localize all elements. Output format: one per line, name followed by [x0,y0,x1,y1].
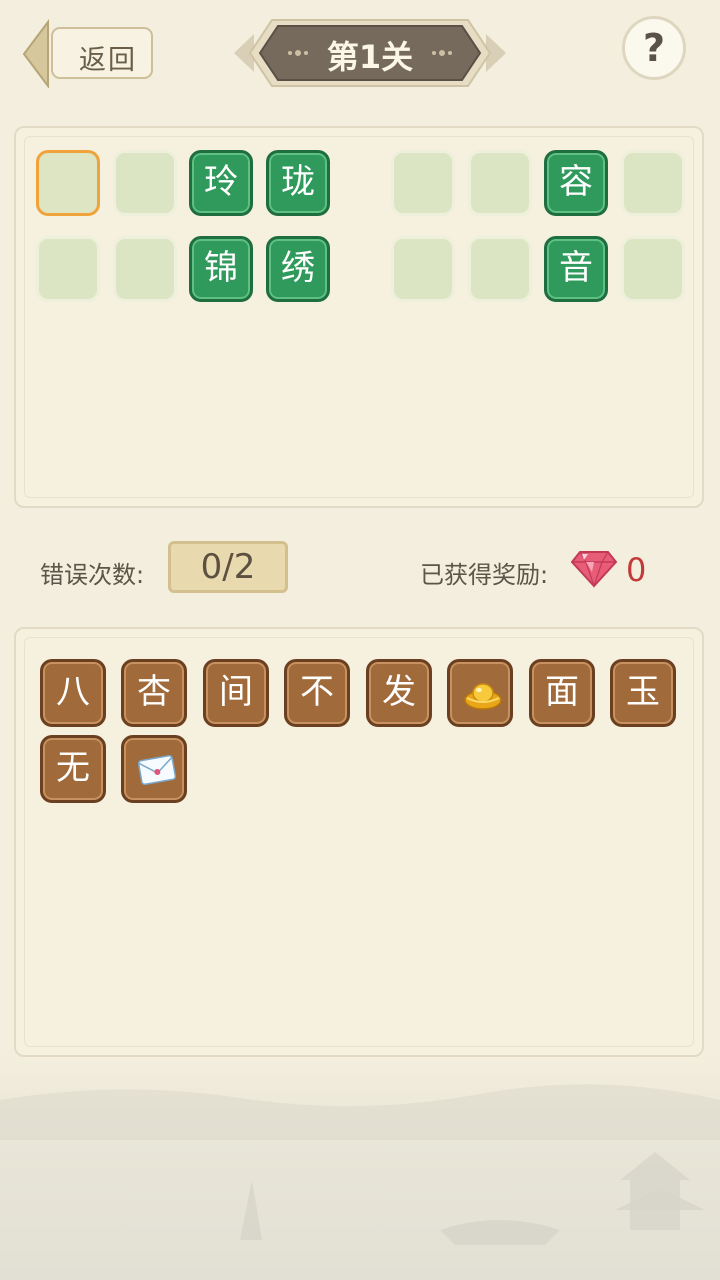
option-tile[interactable]: 不 [284,659,350,727]
gold-ingot-icon [464,683,502,710]
option-tile[interactable]: 面 [529,659,595,727]
back-label: 返回 [79,45,137,76]
option-tile[interactable]: 发 [366,659,432,727]
option-tile[interactable]: 玉 [610,659,676,727]
error-count-value: 0/2 [168,541,288,593]
answer-slot-filled[interactable]: 绣 [266,236,330,302]
option-tile[interactable]: 间 [203,659,269,727]
background-scenery [0,1060,720,1280]
level-title-banner: 第1关 [232,12,508,94]
back-button[interactable]: 返回 [20,18,156,88]
answer-slot-empty[interactable] [468,150,532,216]
error-count-label: 错误次数: [40,561,145,589]
level-title: 第1关 [326,38,414,76]
envelope-icon [137,754,177,786]
help-button[interactable]: ? [622,16,686,80]
answer-slot-filled[interactable]: 珑 [266,150,330,216]
option-tile[interactable]: 八 [40,659,106,727]
help-icon: ? [642,26,666,70]
gem-icon [570,551,618,588]
option-tile[interactable]: 杏 [121,659,187,727]
answer-slot-empty[interactable] [113,236,177,302]
answer-slot-filled[interactable]: 容 [544,150,608,216]
reward-count: 0 [626,551,647,589]
answer-slot-empty[interactable] [391,236,455,302]
answer-slot-empty[interactable] [621,150,685,216]
answer-slot-empty[interactable] [391,150,455,216]
answer-slot-empty[interactable] [468,236,532,302]
reward-label: 已获得奖励: [420,561,549,589]
answer-slot-filled[interactable]: 音 [544,236,608,302]
option-tile[interactable]: 无 [40,735,106,803]
answer-slot-empty[interactable] [113,150,177,216]
answer-slot-empty[interactable] [621,236,685,302]
options-panel: 八 杏 间 不 发 面 玉 无 [14,627,704,1057]
answer-slot-empty[interactable] [36,236,100,302]
answer-slot-selected[interactable] [36,150,100,216]
answer-slot-filled[interactable]: 玲 [189,150,253,216]
answer-slot-filled[interactable]: 锦 [189,236,253,302]
option-tile-envelope[interactable] [121,735,187,803]
answer-panel: 玲 珑 容 锦 绣 音 [14,126,704,508]
option-tile-gold-ingot[interactable] [447,659,513,727]
